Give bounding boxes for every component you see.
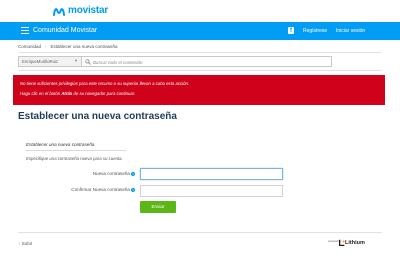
error-alert: No tiene suficientes privilegios para es… — [13, 75, 385, 105]
info-icon[interactable]: i — [131, 187, 135, 192]
register-link[interactable]: Regístrese — [303, 25, 327, 37]
arrow-up-icon: ↑ — [18, 241, 21, 246]
facebook-icon[interactable]: f — [288, 27, 294, 34]
alert-instruction-suffix: de su navegador para continuar. — [72, 91, 136, 96]
logo-bar: movistar — [0, 0, 400, 22]
community-title[interactable]: Comunidad Movistar — [33, 25, 97, 37]
search-box — [82, 56, 332, 67]
alert-instruction-prefix: Haga clic en el botón — [20, 91, 62, 96]
new-password-label-text: Nueva contraseña — [92, 171, 130, 176]
page-title: Establecer una nueva contraseña — [18, 111, 177, 122]
lithium-vendor-name[interactable]: Lithium — [345, 240, 365, 247]
info-icon[interactable]: i — [131, 171, 135, 176]
menu-icon[interactable] — [21, 27, 29, 35]
back-to-top-link[interactable]: ↑ Subir — [18, 241, 32, 247]
form-section-title: Establecer una nueva contraseña — [26, 142, 95, 147]
back-to-top-label: Subir — [21, 241, 33, 246]
confirm-password-field[interactable] — [140, 185, 283, 197]
search-input[interactable] — [93, 58, 323, 66]
divider — [18, 52, 382, 53]
new-password-field[interactable] — [140, 168, 283, 180]
confirm-password-label: Confirmar Nueva contraseña i — [20, 187, 135, 193]
top-nav: Comunidad Movistar f Regístrese Iniciar … — [0, 22, 400, 40]
form-description: Especifique una contraseña nueva para su… — [26, 156, 123, 161]
chevron-down-icon: ▼ — [74, 58, 78, 63]
search-scope-select[interactable]: EnriqueMurilloRuiz ▼ — [18, 56, 82, 67]
search-icon[interactable] — [85, 59, 91, 65]
confirm-password-label-text: Confirmar Nueva contraseña — [71, 187, 130, 192]
submit-button[interactable]: Enviar — [140, 201, 176, 213]
search-scope-value: EnriqueMurilloRuiz — [22, 59, 59, 64]
alert-instruction: Haga clic en el botón Atrás de su navega… — [20, 91, 135, 97]
section-divider — [26, 150, 126, 151]
movistar-logo-icon[interactable] — [53, 5, 65, 17]
divider — [18, 70, 382, 71]
breadcrumb-item-community[interactable]: Comunidad — [18, 44, 41, 49]
alert-message: No tiene suficientes privilegios para es… — [20, 81, 190, 86]
footer-divider — [18, 232, 382, 233]
login-link[interactable]: Iniciar sesión — [336, 25, 365, 37]
new-password-label: Nueva contraseña i — [20, 171, 135, 177]
brand-name[interactable]: movistar — [68, 5, 108, 17]
breadcrumb-separator: › — [45, 44, 47, 49]
breadcrumb-item-current: Establecer una nueva contraseña — [50, 44, 118, 49]
alert-back-keyword: Atrás — [61, 91, 73, 96]
breadcrumb: Comunidad › Establecer una nueva contraseñ… — [18, 44, 118, 50]
